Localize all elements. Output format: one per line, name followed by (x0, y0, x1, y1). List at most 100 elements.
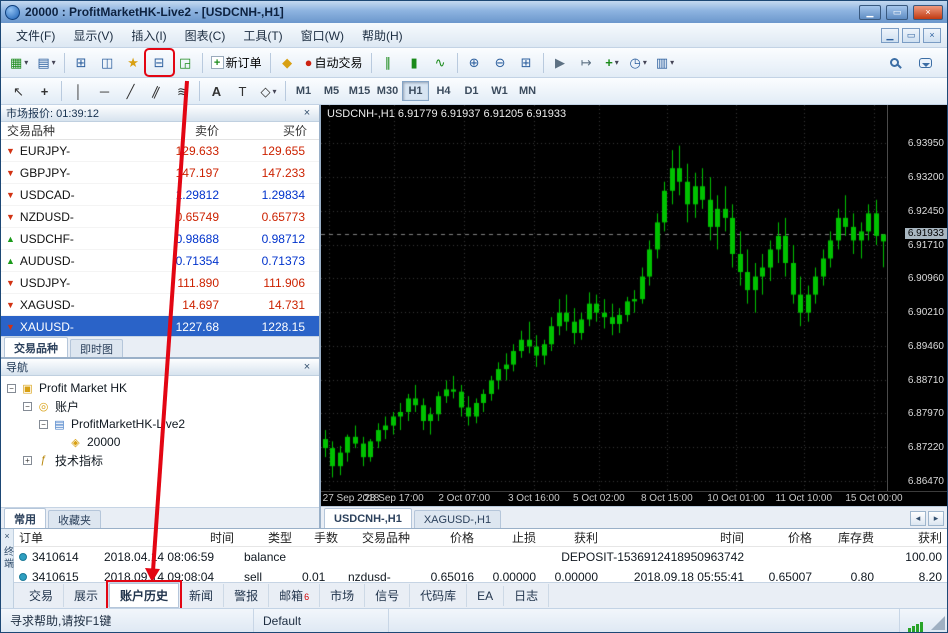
column-header-symbol[interactable]: 交易品种 (1, 122, 129, 139)
terminal-column-header[interactable]: 止损 (479, 529, 541, 546)
strategy-tester-button[interactable]: ◲ (173, 51, 198, 74)
close-icon[interactable]: × (300, 361, 314, 373)
price-chart-canvas[interactable] (321, 105, 887, 491)
timeframe-h4-button[interactable]: H4 (430, 81, 457, 101)
menu-file[interactable]: 文件(F) (7, 23, 64, 48)
node-server[interactable]: −▤ProfitMarketHK-Live2 (1, 415, 319, 433)
tab-tick-chart[interactable]: 即时图 (70, 339, 123, 357)
tab-alerts[interactable]: 警报 (224, 584, 269, 607)
timeframe-w1-button[interactable]: W1 (486, 81, 513, 101)
resize-grip[interactable] (931, 616, 945, 630)
tab-common[interactable]: 常用 (4, 508, 46, 528)
timeframe-m15-button[interactable]: M15 (346, 81, 373, 101)
timeframe-m30-button[interactable]: M30 (374, 81, 401, 101)
tab-market[interactable]: 市场 (320, 584, 365, 607)
new-chart-button[interactable]: ▦▾ (6, 51, 32, 74)
market-watch-row[interactable]: ▲USDCHF-0.986880.98712 (1, 228, 319, 250)
community-button[interactable] (913, 51, 938, 74)
market-watch-row[interactable]: ▼EURJPY-129.633129.655 (1, 140, 319, 162)
metaquotes-button[interactable]: ◆ (275, 51, 300, 74)
node-indicators[interactable]: +ƒ技术指标 (1, 451, 319, 469)
navigator-button[interactable]: ★ (121, 51, 146, 74)
tab-exposure[interactable]: 展示 (64, 584, 109, 607)
chart-plot-region[interactable]: USDCNH-,H1 6.91779 6.91937 6.91205 6.919… (321, 105, 887, 491)
terminal-column-header[interactable]: 库存费 (817, 529, 879, 546)
collapse-icon[interactable]: − (7, 384, 16, 393)
market-watch-row[interactable]: ▼XAUUSD-1227.681228.15 (1, 316, 319, 336)
terminal-row[interactable]: 34106142018.04.14 08:06:59balanceDEPOSIT… (14, 547, 947, 567)
menu-tools[interactable]: 工具(T) (234, 23, 291, 48)
auto-scroll-button[interactable]: ▶ (548, 51, 573, 74)
market-watch-row[interactable]: ▼USDJPY-111.890111.906 (1, 272, 319, 294)
tab-favorites[interactable]: 收藏夹 (48, 510, 101, 528)
timeframe-h1-button[interactable]: H1 (402, 81, 429, 101)
close-button[interactable]: × (913, 5, 943, 20)
cursor-button[interactable]: ↖ (6, 80, 31, 103)
terminal-button[interactable]: ⊟ (147, 51, 172, 74)
trendline-button[interactable]: ╱ (118, 80, 143, 103)
chart-close-button[interactable]: × (923, 28, 941, 43)
search-button[interactable] (882, 51, 907, 74)
tab-journal[interactable]: 日志 (504, 584, 549, 607)
market-watch-row[interactable]: ▼XAGUSD-14.69714.731 (1, 294, 319, 316)
terminal-column-header[interactable]: 获利 (541, 529, 603, 546)
collapse-icon[interactable]: − (23, 402, 32, 411)
fibonacci-button[interactable]: ≋ (170, 80, 195, 103)
market-watch-button[interactable]: ⊞ (69, 51, 94, 74)
expand-icon[interactable]: + (23, 456, 32, 465)
node-accounts[interactable]: −◎账户 (1, 397, 319, 415)
terminal-column-header[interactable]: 时间 (603, 529, 749, 546)
terminal-column-header[interactable]: 订单 (14, 529, 99, 546)
tab-signals[interactable]: 信号 (365, 584, 410, 607)
price-axis[interactable]: 6.939506.932006.924506.917106.909606.902… (887, 105, 947, 491)
time-axis[interactable]: 27 Sep 201828 Sep 17:002 Oct 07:003 Oct … (321, 491, 947, 506)
collapse-icon[interactable]: − (39, 420, 48, 429)
market-watch-row[interactable]: ▼NZDUSD-0.657490.65773 (1, 206, 319, 228)
channel-button[interactable]: ∥ (144, 80, 169, 103)
text-button[interactable]: A (204, 80, 229, 103)
bar-chart-button[interactable]: ∥ (376, 51, 401, 74)
market-watch-row[interactable]: ▲AUDUSD-0.713540.71373 (1, 250, 319, 272)
node-broker[interactable]: −▣Profit Market HK (1, 379, 319, 397)
chart-minimize-button[interactable]: ▁ (881, 28, 899, 43)
autotrading-button[interactable]: ●自动交易 (301, 51, 367, 74)
indicators-button[interactable]: +▾ (600, 51, 625, 74)
menu-insert[interactable]: 插入(I) (122, 23, 175, 48)
scroll-left-button[interactable]: ◂ (910, 511, 926, 526)
zoom-out-button[interactable]: ⊖ (488, 51, 513, 74)
tab-codebase[interactable]: 代码库 (410, 584, 467, 607)
crosshair-button[interactable]: + (32, 80, 57, 103)
timeframe-m1-button[interactable]: M1 (290, 81, 317, 101)
zoom-in-button[interactable]: ⊕ (462, 51, 487, 74)
tile-windows-button[interactable]: ⊞ (514, 51, 539, 74)
terminal-column-header[interactable]: 时间 (99, 529, 239, 546)
menu-charts[interactable]: 图表(C) (176, 23, 235, 48)
close-icon[interactable]: × (4, 531, 9, 541)
node-account[interactable]: ◈20000 (1, 433, 319, 451)
terminal-column-header[interactable]: 价格 (415, 529, 479, 546)
profiles-button[interactable]: ▤▾ (33, 51, 59, 74)
text-label-button[interactable]: T (230, 80, 255, 103)
minimize-button[interactable]: ▁ (859, 5, 881, 20)
menu-window[interactable]: 窗口(W) (292, 23, 353, 48)
arrows-button[interactable]: ◇▾ (256, 80, 281, 103)
maximize-button[interactable]: ▭ (886, 5, 908, 20)
column-header-bid[interactable]: 卖价 (129, 122, 225, 139)
line-chart-button[interactable]: ∿ (428, 51, 453, 74)
menu-help[interactable]: 帮助(H) (353, 23, 412, 48)
tab-trade[interactable]: 交易 (19, 584, 64, 607)
market-watch-row[interactable]: ▼USDCAD-1.298121.29834 (1, 184, 319, 206)
new-order-button[interactable]: +新订单 (207, 51, 266, 74)
templates-button[interactable]: ▥▾ (652, 51, 678, 74)
periods-button[interactable]: ◷▾ (626, 51, 651, 74)
scroll-right-button[interactable]: ▸ (928, 511, 944, 526)
chart-shift-button[interactable]: ↦ (574, 51, 599, 74)
terminal-column-header[interactable]: 类型 (239, 529, 297, 546)
terminal-column-header[interactable]: 交易品种 (343, 529, 415, 546)
tab-mailbox[interactable]: 邮箱6 (269, 584, 320, 607)
menu-view[interactable]: 显示(V) (64, 23, 122, 48)
data-window-button[interactable]: ◫ (95, 51, 120, 74)
column-header-ask[interactable]: 买价 (225, 122, 313, 139)
candle-chart-button[interactable]: ▮ (402, 51, 427, 74)
tab-news[interactable]: 新闻 (179, 584, 224, 607)
